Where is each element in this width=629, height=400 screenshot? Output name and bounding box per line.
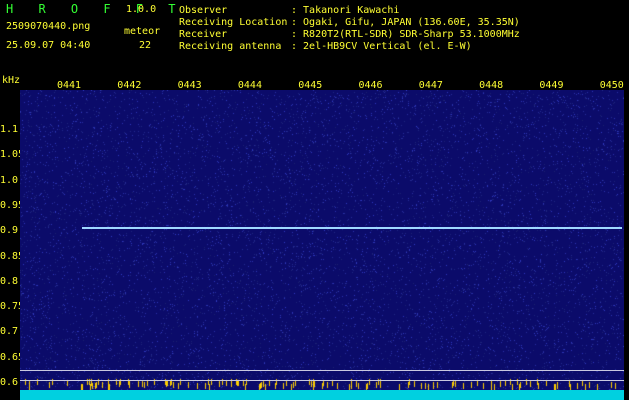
frequency-tick-label: 0.95	[0, 199, 25, 211]
frequency-tick-label: 0.9	[0, 225, 19, 237]
frequency-tick-label: 0.6	[0, 377, 19, 388]
frequency-tick-label: 1.0	[0, 174, 19, 186]
app-version: 1.0.0	[126, 4, 157, 15]
marker-line-lower	[20, 380, 624, 381]
carrier-signal-line	[82, 227, 622, 229]
location-label: Receiving Location	[179, 17, 288, 28]
unit-label: kHz	[2, 75, 21, 86]
receiver-label: Receiver	[179, 29, 228, 40]
frequency-tick-label: 0.8	[0, 275, 19, 287]
frequency-tick-label: 0.65	[0, 351, 25, 363]
frequency-tick-label: 0.85	[0, 250, 25, 262]
meteor-count: 22	[139, 40, 152, 51]
spectrogram-noise	[20, 90, 624, 390]
datetime: 25.09.07 04:40	[6, 40, 91, 51]
meteor-label: meteor	[124, 26, 161, 37]
receiver-value: : R820T2(RTL-SDR) SDR-Sharp 53.1000MHz	[291, 29, 520, 40]
antenna-label: Receiving antenna	[179, 41, 282, 52]
app-logo: H R O F F T	[6, 2, 185, 16]
filename: 2509070440.png	[6, 21, 91, 32]
location-value: : Ogaki, Gifu, JAPAN (136.60E, 35.35N)	[291, 17, 520, 28]
frequency-tick-label: 1.05	[0, 149, 25, 161]
frequency-tick-label: 0.7	[0, 326, 19, 338]
spectrogram	[20, 90, 624, 390]
antenna-value: : 2el-HB9CV Vertical (el. E-W)	[291, 41, 472, 52]
header: H R O F F T 1.0.0 2509070440.png 25.09.0…	[0, 0, 629, 72]
frequency-tick-label: 0.75	[0, 301, 25, 313]
power-band	[20, 390, 624, 400]
marker-line-upper	[20, 370, 624, 371]
observer-value: : Takanori Kawachi	[291, 5, 400, 16]
frequency-tick-label: 1.1	[0, 124, 19, 135]
observer-label: Observer	[179, 5, 228, 16]
